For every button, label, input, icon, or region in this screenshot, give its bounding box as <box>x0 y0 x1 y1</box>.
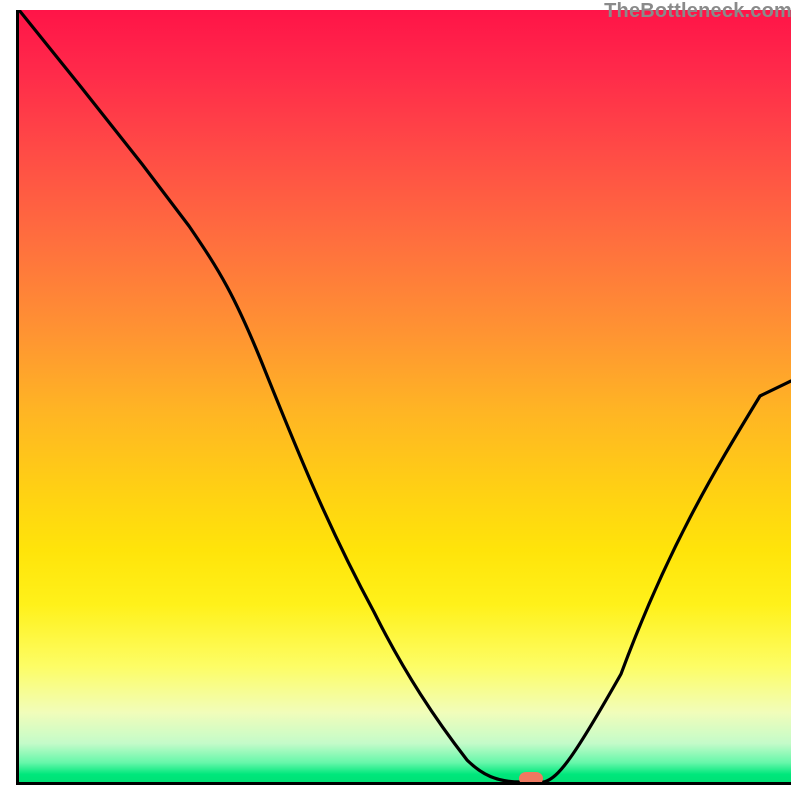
plot-area <box>16 10 791 785</box>
watermark-label: TheBottleneck.com <box>604 0 792 23</box>
bottleneck-chart: TheBottleneck.com <box>0 0 800 800</box>
curve-layer <box>19 10 791 782</box>
bottleneck-curve <box>19 10 791 782</box>
current-marker <box>519 772 543 782</box>
